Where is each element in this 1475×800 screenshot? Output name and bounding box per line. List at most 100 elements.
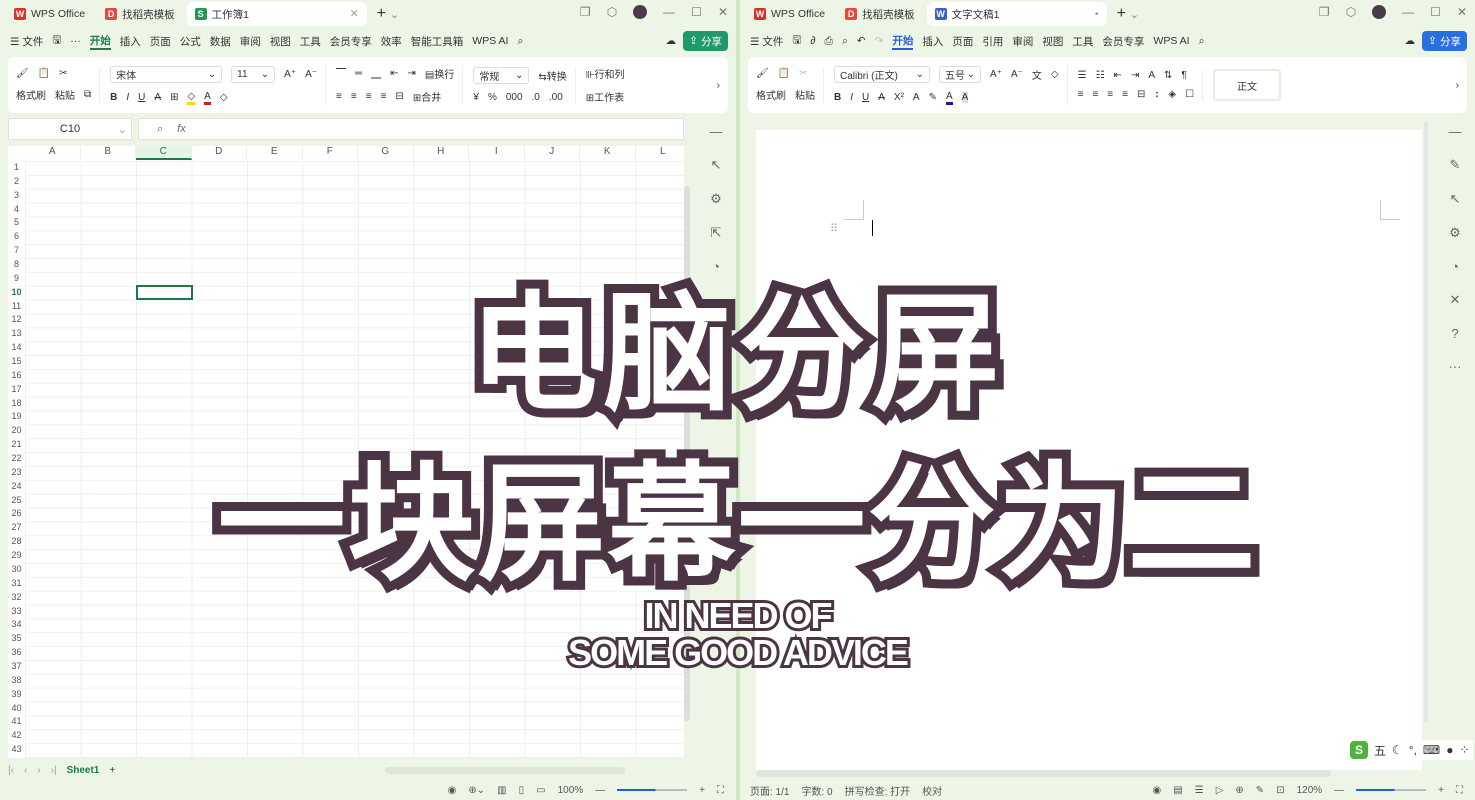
menu-review[interactable]: 审阅 xyxy=(240,34,261,49)
indent-icon[interactable]: ⇥ xyxy=(408,68,416,79)
justify-icon[interactable]: ≡ xyxy=(1122,89,1128,100)
fit-icon[interactable]: ⊡ xyxy=(1276,785,1284,796)
play-icon[interactable]: ▷ xyxy=(1216,785,1224,796)
font-select[interactable]: Calibri (正文) ⌄ xyxy=(834,65,930,83)
ime-mode[interactable]: 五 xyxy=(1374,742,1386,759)
merge-button[interactable]: ⊞合并 xyxy=(413,89,441,104)
menu-efficiency[interactable]: 效率 xyxy=(381,34,402,49)
zoom-slider[interactable] xyxy=(617,789,688,791)
decrease-decimal-icon[interactable]: .00 xyxy=(549,92,563,103)
link-icon[interactable]: ∂ xyxy=(810,35,815,47)
row-header[interactable]: 2 xyxy=(8,175,25,189)
highlight-icon[interactable]: ✎ xyxy=(929,92,937,103)
search-icon[interactable]: ⌕ xyxy=(517,35,523,48)
border-icon[interactable]: ⊞ xyxy=(170,92,178,103)
select-icon[interactable]: ↖ xyxy=(1450,191,1461,207)
grid-icon[interactable]: ⁘ xyxy=(1460,743,1470,757)
save-icon[interactable]: 🖫 xyxy=(792,32,801,50)
menu-references[interactable]: 引用 xyxy=(982,34,1003,49)
save-icon[interactable]: 🖫 xyxy=(52,32,61,50)
share-button[interactable]: ⇪ 分享 xyxy=(1422,31,1467,51)
horizontal-scrollbar[interactable] xyxy=(385,766,626,774)
new-tab-button[interactable]: + xyxy=(377,5,386,23)
convert-button[interactable]: ⇆转换 xyxy=(538,68,566,83)
tab-document[interactable]: W 文字文稿1 • xyxy=(926,2,1107,26)
justify-icon[interactable]: ≡ xyxy=(381,91,387,102)
align-top-icon[interactable]: ⎺ xyxy=(336,68,346,79)
fill-color-icon[interactable]: ◇ xyxy=(187,91,196,105)
column-header[interactable]: F xyxy=(303,146,358,160)
wrap-button[interactable]: ▤换行 xyxy=(425,66,454,81)
horizontal-scrollbar[interactable] xyxy=(756,770,1331,777)
format-painter-button[interactable]: 格式刷 xyxy=(756,87,786,102)
search-icon[interactable]: ⌕ xyxy=(1199,35,1205,48)
new-tab-button[interactable]: + xyxy=(1117,5,1126,23)
menu-file[interactable]: ☰ 文件 xyxy=(750,34,783,49)
superscript-icon[interactable]: X² xyxy=(894,92,904,103)
strikethrough-icon[interactable]: A xyxy=(878,92,885,103)
tab-docer[interactable]: D 找稻壳模板 xyxy=(97,2,183,26)
select-icon[interactable]: ↖ xyxy=(711,157,722,173)
zoom-in-button[interactable]: + xyxy=(1438,785,1444,796)
currency-icon[interactable]: ¥ xyxy=(473,92,479,103)
collapse-icon[interactable]: — xyxy=(1449,124,1462,139)
distribute-icon[interactable]: ⊟ xyxy=(395,91,403,102)
tab-docer[interactable]: D 找稻壳模板 xyxy=(837,2,923,26)
sort-icon[interactable]: ⇅ xyxy=(1164,70,1172,81)
close-button[interactable]: ✕ xyxy=(1457,5,1467,19)
pen-icon[interactable]: ✎ xyxy=(1450,157,1461,173)
settings-icon[interactable]: ⚙ xyxy=(710,191,722,207)
font-size-select[interactable]: 五号 ⌄ xyxy=(939,65,981,83)
row-header[interactable]: 5 xyxy=(8,216,25,230)
column-header[interactable]: G xyxy=(358,146,414,160)
minimize-button[interactable]: — xyxy=(663,5,675,19)
avatar[interactable] xyxy=(1372,5,1387,19)
share-panel-icon[interactable]: ⇱ xyxy=(711,225,722,241)
first-sheet-icon[interactable]: |‹ xyxy=(8,765,14,776)
page-count[interactable]: 页面: 1/1 xyxy=(750,783,789,798)
increase-decimal-icon[interactable]: .0 xyxy=(532,92,540,103)
copy-icon[interactable]: ⧉ xyxy=(84,89,91,100)
column-header[interactable]: J xyxy=(525,146,580,160)
row-header[interactable]: 39 xyxy=(8,688,25,702)
formula-input[interactable]: ⌕ fx xyxy=(138,118,684,140)
chevron-down-icon[interactable]: ⌄ xyxy=(1130,8,1139,21)
zoom-slider[interactable] xyxy=(1356,789,1427,791)
column-header[interactable]: A xyxy=(25,146,81,160)
numbering-icon[interactable]: ☷ xyxy=(1096,70,1105,81)
row-header[interactable]: 42 xyxy=(8,729,25,743)
avatar[interactable] xyxy=(633,5,648,19)
row-header[interactable]: 40 xyxy=(8,702,25,716)
fx-icon[interactable]: fx xyxy=(177,123,186,135)
paste-icon[interactable]: 📋 xyxy=(38,68,50,79)
menu-page[interactable]: 页面 xyxy=(150,34,171,49)
menu-member[interactable]: 会员专享 xyxy=(330,34,372,49)
pen-icon[interactable]: ✎ xyxy=(1256,785,1264,796)
last-sheet-icon[interactable]: ›| xyxy=(51,765,57,776)
menu-insert[interactable]: 插入 xyxy=(120,34,141,49)
font-select[interactable]: 宋体 ⌄ xyxy=(110,65,223,83)
maximize-button[interactable]: ☐ xyxy=(691,5,702,19)
clear-format-icon[interactable]: ◇ xyxy=(1051,69,1059,80)
text-effect-icon[interactable]: A xyxy=(913,92,920,103)
font-size-select[interactable]: 11 ⌄ xyxy=(231,65,276,83)
menu-view[interactable]: 视图 xyxy=(270,34,291,49)
grow-font-icon[interactable]: A⁺ xyxy=(284,69,296,80)
menu-view[interactable]: 视图 xyxy=(1042,34,1063,49)
cloud-icon[interactable]: ☁ xyxy=(1405,35,1416,47)
page-view-icon[interactable]: ▤ xyxy=(1173,785,1182,796)
bold-icon[interactable]: B xyxy=(834,92,841,103)
spell-check[interactable]: 拼写检查: 打开 xyxy=(845,783,911,798)
format-painter-icon[interactable]: 🖌 xyxy=(756,68,769,79)
tab-workbook[interactable]: S 工作簿1 ✕ xyxy=(186,2,367,26)
menu-smart-tools[interactable]: 智能工具箱 xyxy=(411,34,464,49)
page-layout-icon[interactable]: ▭ xyxy=(536,785,545,796)
menu-formula[interactable]: 公式 xyxy=(180,34,201,49)
cut-icon[interactable]: ✂ xyxy=(59,68,67,79)
menu-home[interactable]: 开始 xyxy=(89,33,111,50)
moon-icon[interactable]: ☾ xyxy=(1392,743,1403,757)
zoom-out-button[interactable]: — xyxy=(1334,785,1344,796)
italic-icon[interactable]: I xyxy=(850,92,853,103)
thousands-icon[interactable]: 000 xyxy=(506,92,523,103)
zoom-in-button[interactable]: + xyxy=(699,785,705,796)
